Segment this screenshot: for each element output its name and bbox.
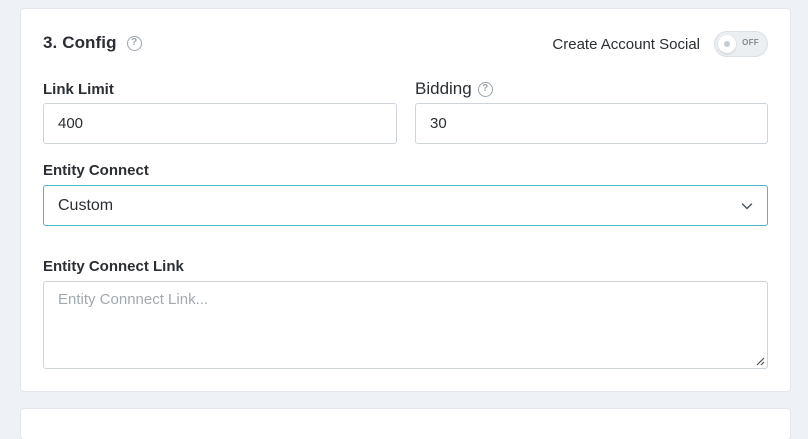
chevron-down-icon bbox=[741, 202, 753, 209]
toggle-label: Create Account Social bbox=[552, 35, 700, 53]
create-account-social-toggle-row: Create Account Social OFF bbox=[552, 31, 768, 57]
entity-connect-link-placeholder: Entity Connnect Link... bbox=[58, 291, 209, 308]
config-card: 3. Config ? Create Account Social OFF Li… bbox=[21, 9, 790, 391]
entity-connect-label: Entity Connect bbox=[43, 162, 149, 179]
question-circle-icon[interactable]: ? bbox=[126, 35, 142, 51]
next-card bbox=[21, 409, 790, 439]
entity-connect-select[interactable]: Custom bbox=[43, 185, 768, 226]
toggle-state-text: OFF bbox=[742, 38, 759, 47]
section-header: 3. Config ? bbox=[43, 33, 142, 53]
entity-connect-selected: Custom bbox=[58, 196, 114, 214]
link-limit-label: Link Limit bbox=[43, 81, 114, 98]
entity-connect-link-textarea[interactable]: Entity Connnect Link... bbox=[43, 281, 768, 369]
question-circle-icon[interactable]: ? bbox=[477, 81, 493, 97]
bidding-label-group: Bidding ? bbox=[415, 79, 493, 99]
resize-handle-icon[interactable] bbox=[755, 356, 765, 366]
bidding-label: Bidding bbox=[415, 79, 472, 98]
bidding-input[interactable]: 30 bbox=[415, 103, 768, 144]
section-title: 3. Config bbox=[43, 33, 117, 52]
create-account-social-toggle[interactable]: OFF bbox=[714, 31, 768, 57]
entity-connect-link-label: Entity Connect Link bbox=[43, 258, 184, 275]
link-limit-input[interactable]: 400 bbox=[43, 103, 397, 144]
toggle-knob bbox=[718, 35, 736, 53]
